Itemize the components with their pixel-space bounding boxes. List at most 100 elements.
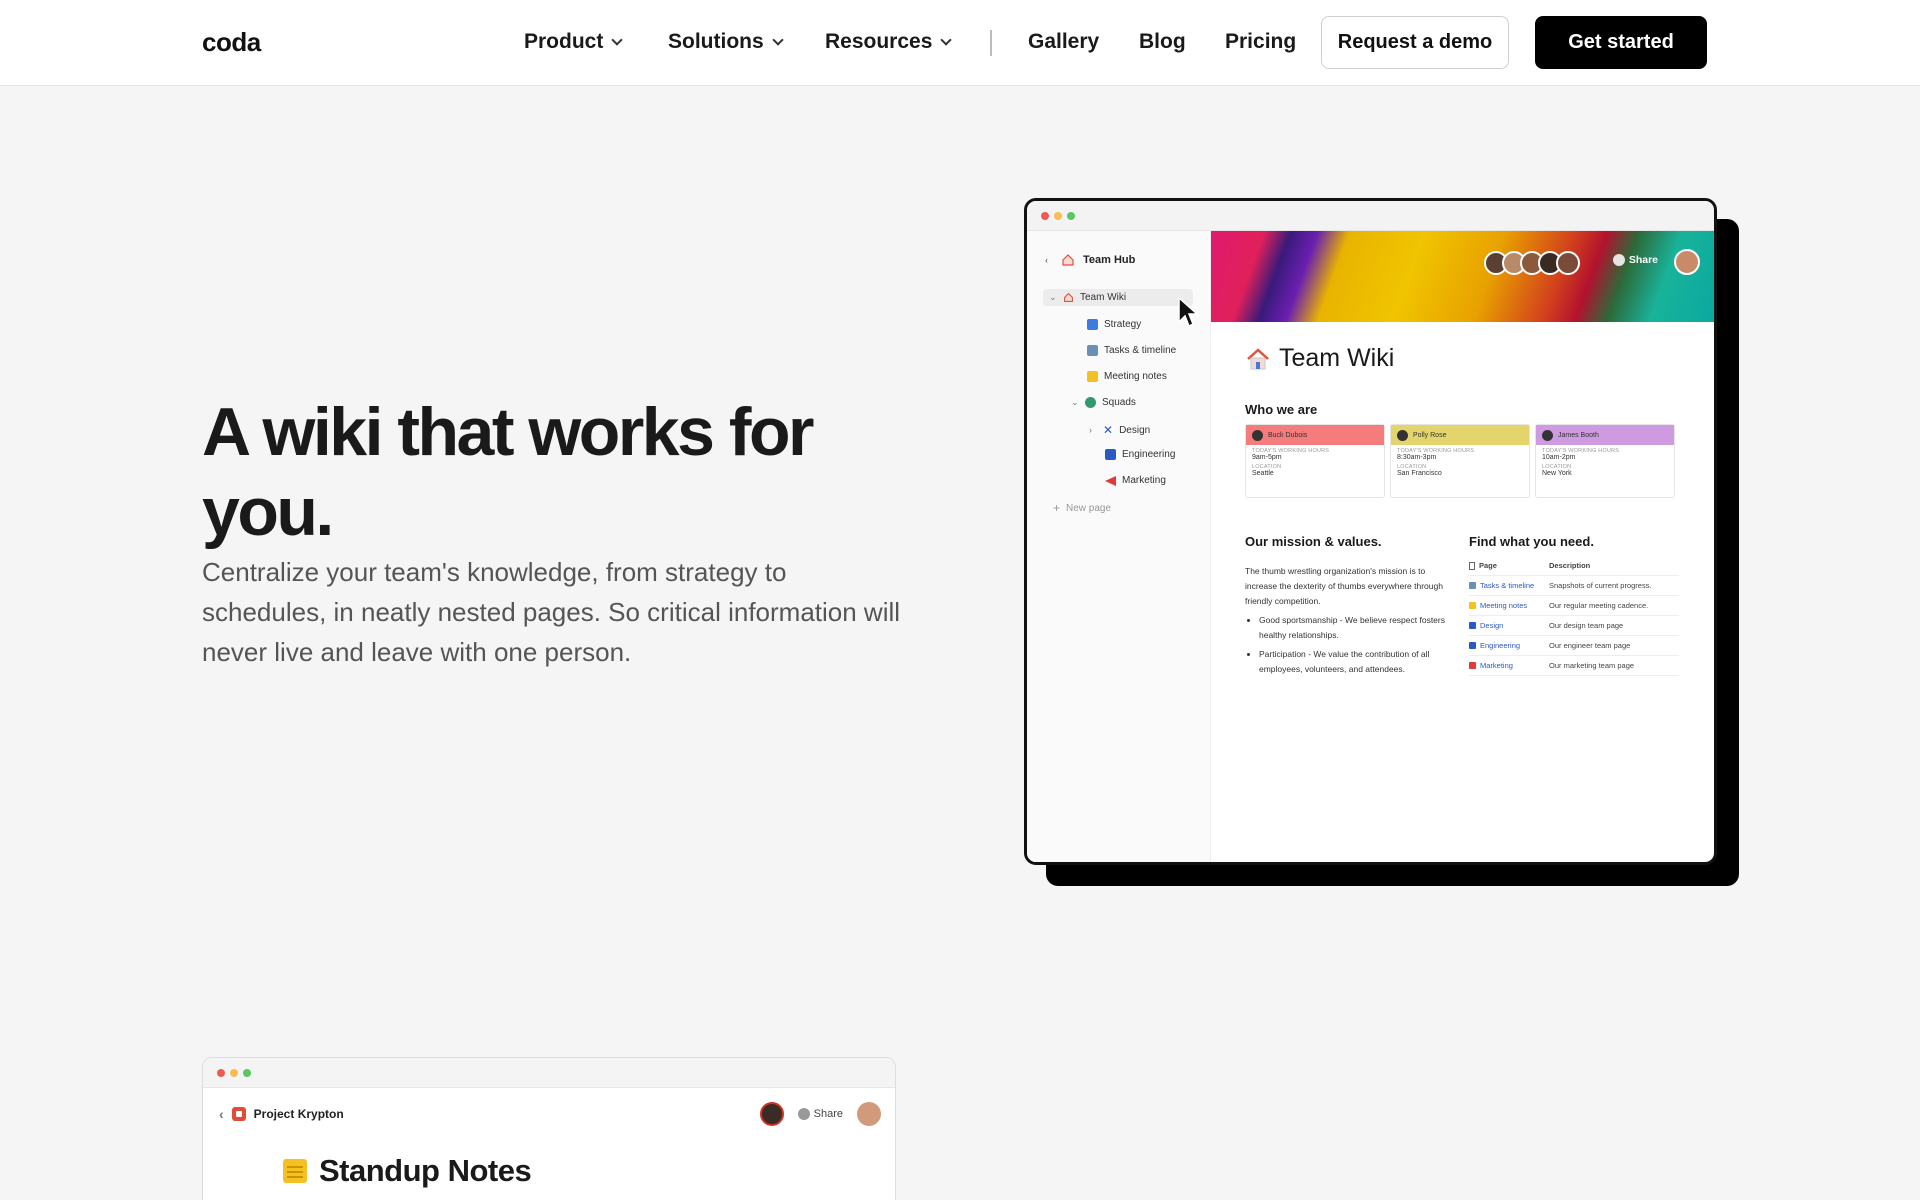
document-icon	[1087, 319, 1098, 330]
house-icon	[1062, 254, 1074, 266]
nav-resources[interactable]: Resources	[825, 30, 953, 54]
table-row[interactable]: Design Our design team page	[1469, 616, 1679, 636]
page-link[interactable]: Marketing	[1469, 661, 1549, 670]
page-link-label: Design	[1480, 621, 1504, 630]
new-page-button[interactable]: + New page	[1053, 501, 1111, 515]
window-minimize-dot	[1054, 212, 1062, 220]
get-started-button[interactable]: Get started	[1535, 16, 1707, 69]
avatar	[1542, 429, 1553, 441]
chevron-left-icon: ‹	[1045, 255, 1048, 265]
sidebar-item-squads[interactable]: ⌄ Squads	[1071, 397, 1136, 408]
sidebar-item-label: Engineering	[1122, 449, 1176, 460]
sidebar-item-tasks[interactable]: Tasks & timeline	[1087, 345, 1176, 356]
table-row[interactable]: Meeting notes Our regular meeting cadenc…	[1469, 596, 1679, 616]
request-demo-button[interactable]: Request a demo	[1321, 16, 1509, 69]
doc-content: Team Wiki Who we are Buck Dubois TODAY'S…	[1211, 322, 1714, 862]
window-maximize-dot	[243, 1069, 251, 1077]
page-title-text: Team Wiki	[1279, 344, 1395, 372]
megaphone-icon	[1105, 475, 1116, 486]
coda-logo[interactable]: coda	[202, 27, 261, 58]
mission-text-block: The thumb wrestling organization's missi…	[1245, 564, 1453, 681]
nav-divider	[990, 30, 992, 56]
page-link[interactable]: Engineering	[1469, 641, 1549, 650]
sidebar-item-engineering[interactable]: Engineering	[1105, 449, 1175, 460]
sidebar-item-marketing[interactable]: Marketing	[1105, 475, 1166, 486]
person-card-header: James Booth	[1536, 425, 1674, 445]
chevron-down-icon: ⌄	[1071, 397, 1079, 407]
hours-value: 9am-5pm	[1252, 454, 1282, 461]
sidebar-item-label: Team Wiki	[1080, 292, 1127, 303]
sidebar-item-label: Design	[1119, 424, 1151, 436]
page-link[interactable]: Meeting notes	[1469, 601, 1549, 610]
note-icon	[283, 1159, 307, 1183]
location-value: San Francisco	[1397, 470, 1442, 477]
house-icon	[1064, 292, 1073, 302]
chevron-down-icon	[772, 33, 784, 46]
table-row[interactable]: Engineering Our engineer team page	[1469, 636, 1679, 656]
person-card[interactable]: James Booth TODAY'S WORKING HOURS 10am-2…	[1535, 424, 1675, 498]
nav-solutions[interactable]: Solutions	[668, 30, 784, 54]
chevron-left-icon: ‹	[219, 1106, 224, 1122]
share-button[interactable]: Share	[797, 1108, 843, 1120]
sidebar-item-design[interactable]: › ✕ Design	[1089, 423, 1150, 437]
mission-heading: Our mission & values.	[1245, 534, 1382, 549]
new-page-label: New page	[1066, 502, 1112, 514]
page-link-label: Meeting notes	[1480, 601, 1528, 610]
plus-icon: +	[1053, 501, 1061, 515]
sidebar-item-strategy[interactable]: Strategy	[1087, 319, 1141, 330]
hub-header[interactable]: ‹ Team Hub	[1045, 253, 1135, 267]
sidebar-item-team-wiki[interactable]: ⌄ Team Wiki	[1043, 289, 1193, 306]
table-row[interactable]: Tasks & timeline Snapshots of current pr…	[1469, 576, 1679, 596]
page-title-text: Standup Notes	[319, 1153, 532, 1188]
page-link-label: Marketing	[1480, 661, 1513, 670]
globe-icon	[797, 1108, 810, 1120]
pages-table: Page Description Tasks & timeline Snapsh…	[1469, 556, 1679, 676]
page-link[interactable]: Tasks & timeline	[1469, 581, 1549, 590]
page-link-label: Engineering	[1480, 641, 1521, 650]
avatar[interactable]	[759, 1102, 784, 1126]
bookmark-icon	[1469, 561, 1475, 570]
avatar[interactable]	[1674, 249, 1700, 275]
page-title: Standup Notes	[283, 1153, 532, 1189]
page-description: Our marketing team page	[1549, 661, 1635, 670]
note-icon	[1469, 602, 1476, 609]
sidebar-item-label: Squads	[1102, 397, 1136, 408]
person-name: James Booth	[1558, 431, 1599, 439]
nav-pricing[interactable]: Pricing	[1225, 30, 1296, 54]
person-card[interactable]: Polly Rose TODAY'S WORKING HOURS 8:30am-…	[1390, 424, 1530, 498]
table-row[interactable]: Marketing Our marketing team page	[1469, 656, 1679, 676]
gear-icon	[1469, 642, 1476, 649]
project-logo-icon	[231, 1107, 246, 1121]
avatar[interactable]	[857, 1102, 881, 1126]
page-description: Snapshots of current progress.	[1549, 581, 1652, 590]
project-name: Project Krypton	[253, 1107, 344, 1121]
timeline-icon	[1469, 582, 1476, 589]
person-name: Polly Rose	[1413, 431, 1447, 439]
page-banner: Share	[1211, 231, 1714, 322]
window-titlebar	[1027, 201, 1714, 231]
page-link[interactable]: Design	[1469, 621, 1549, 630]
team-wiki-mockup: ‹ Team Hub ⌄ Team Wiki Strategy Tasks & …	[1024, 198, 1717, 865]
hero-title: A wiki that works for you.	[202, 394, 814, 550]
nav-product[interactable]: Product	[524, 30, 624, 54]
page-description: Our design team page	[1549, 621, 1624, 630]
nav-gallery[interactable]: Gallery	[1028, 30, 1099, 54]
hub-title: Team Hub	[1083, 254, 1136, 266]
chevron-down-icon: ⌄	[1049, 292, 1057, 302]
location-value: New York	[1542, 470, 1572, 477]
table-header-row: Page Description	[1469, 556, 1679, 576]
avatar	[1556, 251, 1580, 275]
column-header-description: Description	[1549, 561, 1591, 570]
window-close-dot	[1041, 212, 1049, 220]
sidebar-item-meeting-notes[interactable]: Meeting notes	[1087, 371, 1167, 382]
nav-blog[interactable]: Blog	[1139, 30, 1186, 54]
hours-value: 8:30am-3pm	[1397, 454, 1437, 461]
person-card[interactable]: Buck Dubois TODAY'S WORKING HOURS 9am-5p…	[1245, 424, 1385, 498]
project-header[interactable]: ‹ Project Krypton	[219, 1106, 344, 1122]
page-link-label: Tasks & timeline	[1480, 581, 1535, 590]
avatar	[1397, 429, 1408, 441]
sidebar-item-label: Tasks & timeline	[1104, 345, 1177, 356]
page-description: Our engineer team page	[1549, 641, 1631, 650]
share-button[interactable]: Share	[1612, 254, 1658, 266]
collaborator-avatars[interactable]	[1484, 251, 1580, 275]
